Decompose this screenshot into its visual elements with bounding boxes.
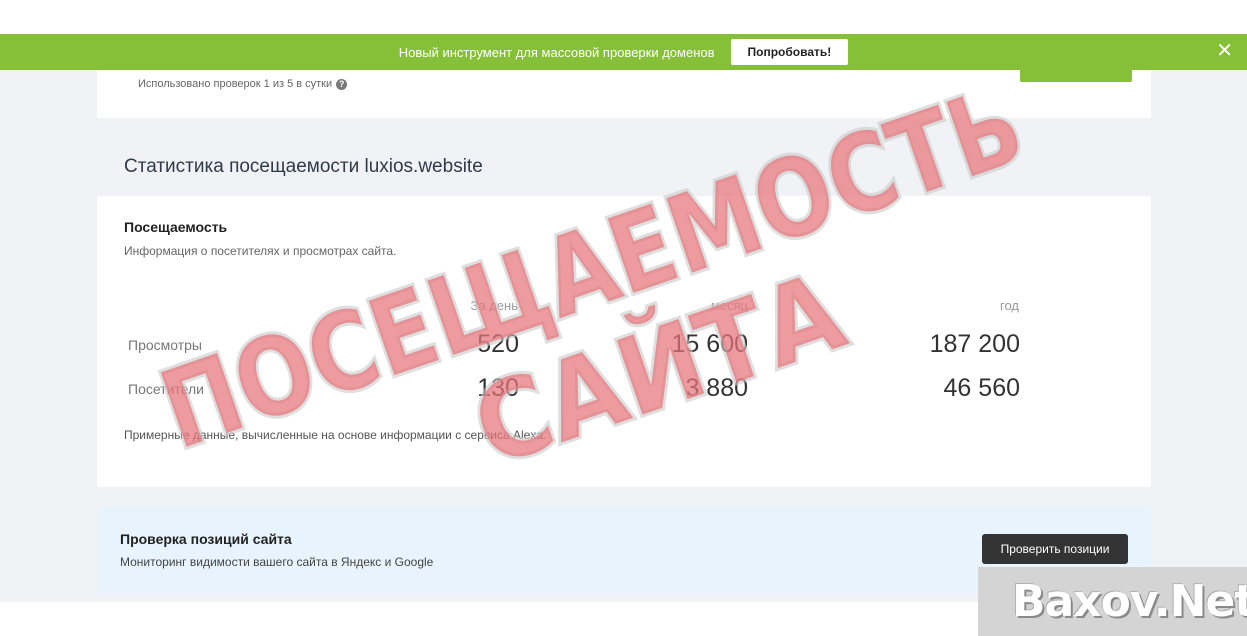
banner-text: Новый инструмент для массовой проверки д…: [398, 44, 715, 60]
check-button[interactable]: [1020, 70, 1132, 82]
help-icon[interactable]: ?: [336, 78, 348, 90]
try-button[interactable]: Попробовать!: [730, 39, 849, 65]
views-day: 520: [477, 330, 519, 358]
visitors-year: 46 560: [943, 374, 1020, 402]
row-label-visitors: Посетители: [128, 381, 204, 397]
stats-title: Статистика посещаемости luxios.website: [124, 156, 483, 177]
positions-subtitle: Мониторинг видимости вашего сайта в Янде…: [120, 555, 434, 569]
column-header-day: За день: [470, 298, 518, 313]
column-header-month: месяц: [710, 298, 748, 313]
check-limit-card: Использовано проверок 1 из 5 в сутки ?: [97, 70, 1151, 118]
watermark-logo: Baxov.Net: [1012, 576, 1247, 627]
row-label-views: Просмотры: [128, 337, 202, 353]
data-source-note: Примерные данные, вычисленные на основе …: [124, 428, 547, 442]
check-limit: Использовано проверок 1 из 5 в сутки ?: [138, 78, 348, 90]
close-icon[interactable]: ✕: [1216, 41, 1233, 61]
views-year: 187 200: [929, 330, 1020, 358]
views-month: 15 600: [671, 330, 748, 358]
positions-title: Проверка позиций сайта: [120, 531, 292, 547]
column-header-year: год: [1000, 298, 1019, 313]
visitors-day: 130: [477, 374, 519, 402]
check-limit-text: Использовано проверок 1 из 5 в сутки: [138, 78, 333, 90]
visitors-month: 3 880: [685, 374, 748, 402]
traffic-card-title: Посещаемость: [124, 219, 228, 235]
traffic-card: Посещаемость Информация о посетителях и …: [97, 196, 1151, 487]
check-positions-button[interactable]: Проверить позиции: [982, 534, 1128, 564]
traffic-card-subtitle: Информация о посетителях и просмотрах са…: [124, 244, 397, 258]
promo-banner: Новый инструмент для массовой проверки д…: [0, 34, 1247, 70]
